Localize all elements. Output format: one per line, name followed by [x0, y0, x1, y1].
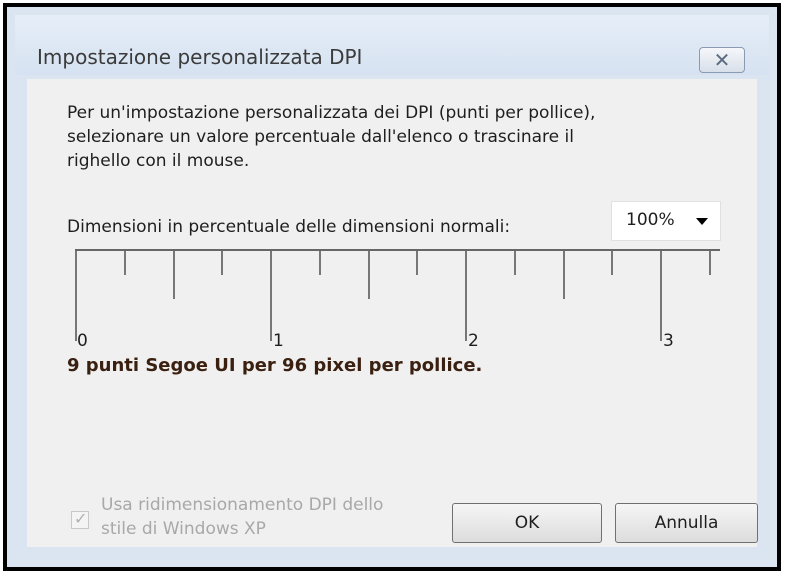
- ruler-label: 0: [77, 331, 88, 351]
- ruler-minor-tick: [124, 251, 126, 275]
- ruler-minor-tick: [221, 251, 223, 275]
- dropdown-arrow-icon: [696, 218, 708, 225]
- scale-selected-value: 100%: [626, 210, 675, 230]
- description-line: selezionare un valore percentuale dall'e…: [67, 127, 574, 147]
- xp-scaling-label: Usa ridimensionamento DPI dello stile di…: [101, 493, 383, 541]
- title-bar: Impostazione personalizzata DPI ✕: [15, 15, 769, 75]
- close-icon: ✕: [713, 48, 731, 72]
- ruler-minor-tick: [611, 251, 613, 275]
- ruler-major-tick: [660, 251, 662, 341]
- ruler-major-tick: [465, 251, 467, 341]
- checkbox-label-line: Usa ridimensionamento DPI dello: [101, 495, 384, 515]
- description-line: Per un'impostazione personalizzata dei D…: [67, 103, 596, 123]
- checkbox-label-line: stile di Windows XP: [101, 519, 266, 539]
- ruler-minor-tick: [514, 251, 516, 275]
- dialog-title: Impostazione personalizzata DPI: [37, 45, 363, 69]
- scale-label: Dimensioni in percentuale delle dimensio…: [67, 217, 511, 237]
- ruler-label: 3: [663, 331, 674, 351]
- font-info-text: 9 punti Segoe UI per 96 pixel per pollic…: [67, 355, 483, 376]
- ruler-minor-tick: [368, 251, 370, 299]
- dialog-window: Impostazione personalizzata DPI ✕ Per un…: [3, 3, 781, 571]
- xp-scaling-checkbox[interactable]: ✓: [71, 509, 89, 529]
- scale-dropdown[interactable]: 100%: [611, 201, 721, 241]
- ruler-baseline: [75, 249, 720, 251]
- ok-button[interactable]: OK: [452, 503, 602, 543]
- cancel-button[interactable]: Annulla: [615, 503, 758, 543]
- description-line: righello con il mouse.: [67, 151, 250, 171]
- ruler-major-tick: [75, 251, 77, 341]
- ruler-label: 1: [273, 331, 284, 351]
- ruler-minor-tick: [563, 251, 565, 299]
- ruler-minor-tick: [416, 251, 418, 275]
- dialog-body: Per un'impostazione personalizzata dei D…: [27, 79, 758, 547]
- ruler-minor-tick: [319, 251, 321, 275]
- ruler-minor-tick: [709, 251, 711, 275]
- ruler-major-tick: [270, 251, 272, 341]
- checkmark-icon: ✓: [74, 509, 88, 528]
- description-text: Per un'impostazione personalizzata dei D…: [67, 101, 707, 173]
- close-button[interactable]: ✕: [699, 47, 745, 73]
- dpi-ruler[interactable]: 0 1 2 3: [75, 249, 723, 359]
- ruler-minor-tick: [173, 251, 175, 299]
- ruler-label: 2: [468, 331, 479, 351]
